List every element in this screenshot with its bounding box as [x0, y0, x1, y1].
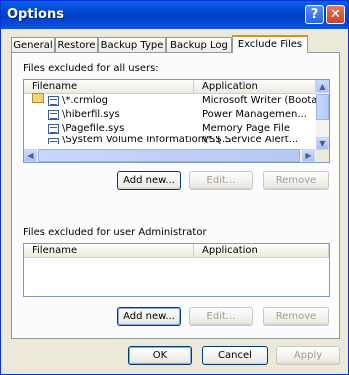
column-application[interactable]: Application [194, 244, 329, 257]
title-bar[interactable]: Options ? ✕ [1, 1, 348, 29]
tab-backup-log[interactable]: Backup Log [166, 37, 232, 52]
file-icon [48, 110, 59, 120]
row-filename: \hiberfil.sys [62, 109, 120, 120]
all-users-label: Files excluded for all users: [23, 63, 159, 74]
list-item[interactable]: \Pagefile.sys Memory Page File [24, 122, 316, 136]
row-filename: \*.crmlog [62, 95, 108, 106]
admin-user-label: Files excluded for user Administrator [23, 227, 207, 238]
options-dialog: Options ? ✕ General Restore Backup Type … [0, 0, 349, 375]
tab-backup-type[interactable]: Backup Type [98, 37, 166, 52]
file-icon [48, 96, 59, 106]
help-icon: ? [310, 7, 319, 22]
tab-restore[interactable]: Restore [55, 37, 98, 52]
close-button[interactable]: ✕ [326, 5, 345, 24]
add-new-all-users-button[interactable]: Add new... [117, 171, 181, 190]
close-icon: ✕ [330, 7, 341, 22]
remove-all-users-button[interactable]: Remove [263, 171, 329, 190]
tab-exclude-files[interactable]: Exclude Files [232, 35, 308, 53]
list-item[interactable]: \*.crmlog Microsoft Writer (Boota... [24, 93, 327, 108]
scroll-down-arrow-icon[interactable]: ▼ [316, 137, 329, 150]
edit-admin-button[interactable]: Edit... [189, 307, 253, 326]
scroll-left-arrow-icon[interactable]: ◀ [24, 149, 37, 162]
list-item[interactable]: \System Volume Information\*.{... VSS Se… [24, 136, 316, 144]
column-filename[interactable]: Filename [24, 244, 194, 257]
row-filename: \Pagefile.sys [62, 123, 125, 134]
row-application: Memory Page File [202, 123, 290, 134]
horizontal-scroll-thumb[interactable] [38, 149, 300, 162]
vertical-scrollbar[interactable]: ▲ ▼ [316, 80, 329, 150]
file-icon [48, 138, 59, 144]
column-application[interactable]: Application [194, 80, 316, 93]
all-users-list[interactable]: Filename Application \*.crmlog Microsoft… [23, 79, 330, 163]
apply-button[interactable]: Apply [276, 346, 340, 365]
list-item[interactable]: \hiberfil.sys Power Managemen... [24, 108, 316, 122]
add-new-admin-button[interactable]: Add new... [117, 307, 181, 326]
vertical-scroll-thumb[interactable] [316, 94, 329, 120]
tab-general[interactable]: General [11, 37, 55, 52]
window-title: Options [7, 7, 64, 22]
column-filename[interactable]: Filename [24, 80, 194, 93]
all-users-list-header: Filename Application [24, 80, 316, 94]
row-application: Microsoft Writer (Boota... [202, 95, 327, 106]
scroll-right-arrow-icon[interactable]: ▶ [302, 149, 315, 162]
horizontal-scrollbar[interactable]: ◀ ▶ [24, 149, 316, 162]
admin-user-list-header: Filename Application [24, 244, 329, 258]
scroll-up-arrow-icon[interactable]: ▲ [316, 80, 329, 93]
row-application: Power Managemen... [202, 109, 307, 120]
edit-all-users-button[interactable]: Edit... [189, 171, 253, 190]
ok-button[interactable]: OK [128, 346, 192, 365]
file-icon [48, 124, 59, 134]
help-button[interactable]: ? [305, 5, 324, 24]
row-application: VSS Service Alert... [202, 136, 299, 144]
scroll-corner [316, 150, 329, 162]
exclude-files-panel: Files excluded for all users: Filename A… [11, 52, 340, 339]
cancel-button[interactable]: Cancel [202, 346, 268, 365]
remove-admin-button[interactable]: Remove [263, 307, 329, 326]
admin-user-list[interactable]: Filename Application [23, 243, 330, 297]
folder-icon [32, 93, 44, 103]
